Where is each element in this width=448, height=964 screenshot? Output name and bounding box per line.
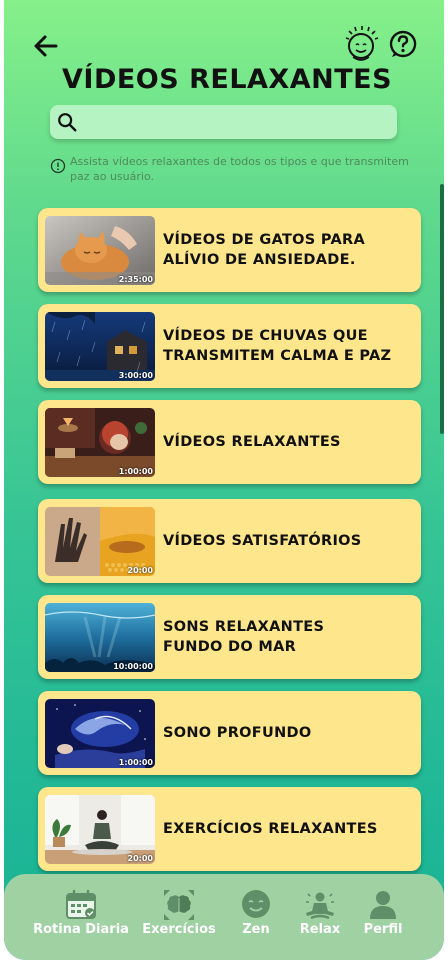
- search-icon: [58, 113, 77, 132]
- video-card-cats[interactable]: 2:35:00 VÍDEOS DE GATOS PARA ALÍVIO DE A…: [38, 208, 421, 292]
- meditation-icon: [306, 892, 334, 920]
- nav-item-exercicios[interactable]: Exercícios: [140, 888, 218, 937]
- video-thumbnail: 2:35:00: [45, 216, 155, 285]
- video-card-ocean[interactable]: 10:00:00 SONS RELAXANTES FUNDO DO MAR: [38, 595, 421, 679]
- video-title: SONO PROFUNDO: [163, 725, 312, 741]
- help-button[interactable]: [388, 29, 418, 59]
- help-question-icon: [389, 30, 417, 58]
- video-title: VÍDEOS DE CHUVAS QUE TRANSMITEM CALMA E …: [163, 328, 392, 364]
- video-thumbnail: 20:00: [45, 795, 155, 864]
- search-input[interactable]: [78, 105, 397, 139]
- video-duration: 10:00:00: [113, 662, 153, 671]
- video-duration: 2:35:00: [118, 275, 153, 284]
- nav-label: Zen: [242, 922, 270, 937]
- video-title: VÍDEOS DE GATOS PARA ALÍVIO DE ANSIEDADE…: [163, 232, 365, 268]
- nav-label: Rotina Diaria: [33, 922, 129, 937]
- info-message: Assista vídeos relaxantes de todos os ti…: [50, 154, 430, 184]
- scrollbar-thumb[interactable]: [440, 184, 444, 434]
- info-circle-icon: [50, 158, 66, 174]
- info-text: Assista vídeos relaxantes de todos os ti…: [70, 155, 409, 183]
- video-card-satisfying[interactable]: 20:00 VÍDEOS SATISFATÓRIOS: [38, 499, 421, 583]
- back-button[interactable]: [30, 30, 62, 62]
- video-thumbnail: 1:00:00: [45, 408, 155, 477]
- video-title: VÍDEOS RELAXANTES: [163, 434, 341, 450]
- smiling-face-button[interactable]: [342, 24, 382, 64]
- page-title: VÍDEOS RELAXANTES: [62, 64, 393, 95]
- header-actions: [342, 24, 418, 64]
- calendar-icon: [66, 889, 96, 919]
- video-duration: 20:00: [127, 854, 153, 863]
- app-screen: VÍDEOS RELAXANTES Assista vídeos relaxan…: [4, 0, 444, 960]
- video-card-rain[interactable]: 3:00:00 VÍDEOS DE CHUVAS QUE TRANSMITEM …: [38, 304, 421, 388]
- user-icon: [370, 891, 396, 919]
- video-thumbnail: 20:00: [45, 507, 155, 576]
- video-card-exercises[interactable]: 20:00 EXERCÍCIOS RELAXANTES: [38, 787, 421, 871]
- nav-label: Relax: [299, 922, 341, 937]
- arrow-left-icon: [34, 35, 58, 57]
- nav-item-perfil[interactable]: Perfil: [360, 888, 406, 937]
- video-title: EXERCÍCIOS RELAXANTES: [163, 821, 378, 837]
- search-bar[interactable]: [50, 105, 397, 139]
- video-title: VÍDEOS SATISFATÓRIOS: [163, 533, 362, 549]
- bottom-navigation: Rotina Diaria Exercícios Zen Relax Perfi…: [4, 874, 444, 960]
- nav-item-rotina-diaria[interactable]: Rotina Diaria: [33, 888, 129, 937]
- nav-item-relax[interactable]: Relax: [298, 888, 342, 937]
- brain-arrows-icon: [164, 890, 194, 920]
- video-duration: 20:00: [127, 566, 153, 575]
- video-thumbnail: 1:00:00: [45, 699, 155, 768]
- video-thumbnail: 10:00:00: [45, 603, 155, 672]
- video-duration: 3:00:00: [118, 371, 153, 380]
- video-title: SONS RELAXANTES FUNDO DO MAR: [163, 619, 325, 655]
- video-duration: 1:00:00: [118, 758, 153, 767]
- video-card-relaxing[interactable]: 1:00:00 VÍDEOS RELAXANTES: [38, 400, 421, 484]
- nav-label: Perfil: [363, 922, 403, 937]
- zen-face-icon: [242, 890, 270, 918]
- video-card-deep-sleep[interactable]: 1:00:00 SONO PROFUNDO: [38, 691, 421, 775]
- smiling-face-icon: [345, 26, 379, 61]
- video-duration: 1:00:00: [118, 467, 153, 476]
- video-thumbnail: 3:00:00: [45, 312, 155, 381]
- nav-item-zen[interactable]: Zen: [236, 888, 276, 937]
- nav-label: Exercícios: [142, 922, 216, 937]
